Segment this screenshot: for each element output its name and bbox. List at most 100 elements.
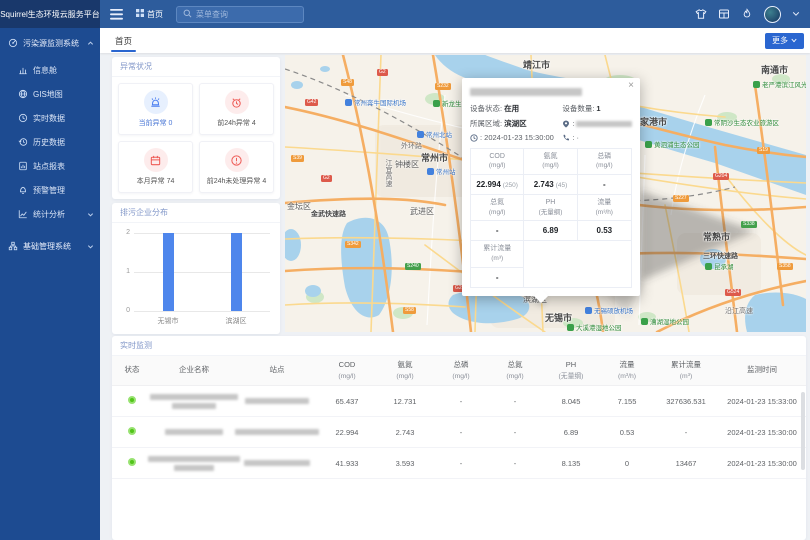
popup-param-value: -	[578, 175, 631, 195]
left-column: 异常状况 当前异常 0前24h异常 4本月异常 74前24h未处理异常 4 排污…	[112, 57, 280, 334]
popup-param-value: 6.89	[524, 221, 577, 241]
status-card[interactable]: 本月异常 74	[118, 141, 193, 193]
warning-circle-icon	[225, 148, 249, 172]
chevron-down-icon	[791, 38, 797, 43]
column-header: COD(mg/l)	[318, 356, 376, 386]
column-header: 状态	[112, 356, 152, 386]
calendar-icon	[144, 148, 168, 172]
popup-param-value: 0.53	[578, 221, 631, 241]
stats-icon	[18, 209, 28, 219]
x-tick-label: 无锡市	[138, 316, 198, 326]
more-button[interactable]: 更多	[765, 33, 804, 49]
status-dot-green	[128, 427, 136, 435]
phone-icon	[562, 134, 570, 142]
column-header: 总磷(mg/l)	[434, 356, 488, 386]
column-header: 监测时间	[718, 356, 806, 386]
site-redacted	[236, 448, 318, 479]
sidebar-item-history[interactable]: 历史数据	[0, 130, 100, 154]
popup-param-name: PH(无量纲)	[524, 195, 577, 221]
menu-search[interactable]	[176, 6, 304, 23]
avatar[interactable]	[764, 6, 781, 23]
popup-device-status: 设备状态:在用	[470, 103, 562, 114]
table-row[interactable]: 22.9942.743--6.890.53-2024-01-23 15:30:0…	[112, 417, 806, 448]
popup-region: 所属区域:滨湖区	[470, 118, 562, 129]
enterprise-name-redacted	[152, 448, 236, 479]
monitor-table-body: 65.43712.731--8.0457.155327636.5312024-0…	[112, 386, 806, 479]
history-icon	[18, 137, 28, 147]
map-popup: × 设备状态:在用 设备数量:1 所属区域:滨湖区 : : 2024-01-23…	[462, 78, 640, 296]
status-card[interactable]: 前24h未处理异常 4	[199, 141, 274, 193]
info-dashboard-icon	[18, 65, 28, 75]
realtime-icon	[18, 113, 28, 123]
site-redacted	[236, 386, 318, 417]
sidebar-item-gis-map[interactable]: GIS地图	[0, 82, 100, 106]
hamburger-icon[interactable]	[110, 9, 123, 20]
tab-home[interactable]: 首页	[106, 28, 141, 53]
enterprise-name-redacted	[152, 417, 236, 448]
column-header: 站点	[236, 356, 318, 386]
sidebar-item-stats[interactable]: 统计分析	[0, 202, 100, 226]
status-panel: 异常状况 当前异常 0前24h异常 4本月异常 74前24h未处理异常 4	[112, 57, 280, 199]
flame-icon[interactable]	[741, 8, 753, 20]
bar-chart: 012无锡市滨湖区	[134, 233, 270, 329]
popup-param-name: COD(mg/l)	[471, 149, 524, 175]
chart-panel: 排污企业分布 012无锡市滨湖区	[112, 203, 280, 334]
user-chevron-down-icon[interactable]	[792, 11, 800, 17]
sidebar-item-report[interactable]: 站点报表	[0, 154, 100, 178]
alert-icon	[18, 185, 28, 195]
layout-panels-icon[interactable]	[718, 8, 730, 20]
column-header: 流量(m³/h)	[600, 356, 654, 386]
gis-map-icon	[18, 89, 28, 99]
status-cards: 当前异常 0前24h异常 4本月异常 74前24h未处理异常 4	[112, 77, 280, 199]
bar[interactable]	[231, 233, 242, 311]
topbar: Squirrel生态环境云服务平台 首页	[0, 0, 810, 28]
popup-address-redacted	[576, 121, 632, 127]
popup-param-name: 总氮(mg/l)	[471, 195, 524, 221]
report-icon	[18, 161, 28, 171]
bar-chart-plot: 012无锡市滨湖区	[134, 233, 270, 311]
popup-title-redacted	[470, 88, 582, 96]
sidebar-item-realtime[interactable]: 实时数据	[0, 106, 100, 130]
logo-text: Squirrel生态环境云服务平台	[0, 0, 100, 28]
monitor-table: 状态企业名称站点COD(mg/l)氨氮(mg/l)总磷(mg/l)总氮(mg/l…	[112, 356, 806, 479]
location-icon	[562, 120, 570, 128]
grid-icon	[136, 9, 144, 19]
alarm-clock-icon	[225, 90, 249, 114]
clock-icon	[470, 134, 478, 142]
column-header: PH(无量纲)	[542, 356, 600, 386]
sidebar-item-alert[interactable]: 预警管理	[0, 178, 100, 202]
table-row[interactable]: 41.9333.593--8.1350134672024-01-23 15:30…	[112, 448, 806, 479]
sidebar-item-info-dashboard[interactable]: 信息舱	[0, 58, 100, 82]
column-header: 累计流量(m³)	[654, 356, 718, 386]
status-card[interactable]: 当前异常 0	[118, 83, 193, 135]
popup-fields: 设备状态:在用 设备数量:1 所属区域:滨湖区 : : 2024-01-23 1…	[470, 103, 632, 142]
breadcrumb[interactable]: 首页	[136, 9, 163, 20]
bar[interactable]	[163, 233, 174, 311]
status-dot-green	[128, 458, 136, 466]
status-card[interactable]: 前24h异常 4	[199, 83, 274, 135]
x-tick-label: 滨湖区	[206, 316, 266, 326]
popup-param-value: -	[471, 221, 524, 241]
topbar-main: 首页	[100, 0, 810, 28]
search-input[interactable]	[196, 10, 297, 19]
popup-param-name: 累计流量(m³)	[471, 241, 523, 267]
popup-param-value: 22.994 (250)	[471, 175, 524, 195]
sidebar-group-pollution[interactable]: 污染源监测系统	[0, 28, 100, 58]
map[interactable]: G42S48G2S232S338G346S19S229G2S39S342S240…	[285, 55, 806, 332]
popup-time: : 2024-01-23 15:30:00	[470, 133, 562, 142]
sidebar-group-base[interactable]: 基础管理系统	[0, 231, 100, 261]
column-header: 企业名称	[152, 356, 236, 386]
sidebar: 污染源监测系统信息舱GIS地图实时数据历史数据站点报表预警管理统计分析基础管理系…	[0, 28, 100, 540]
popup-table: COD(mg/l)氨氮(mg/l)总磷(mg/l) 22.994 (250)2.7…	[471, 149, 631, 241]
breadcrumb-home: 首页	[147, 9, 163, 20]
popup-param-name: 总磷(mg/l)	[578, 149, 631, 175]
table-scrollbar[interactable]	[801, 392, 805, 470]
monitor-table-head: 状态企业名称站点COD(mg/l)氨氮(mg/l)总磷(mg/l)总氮(mg/l…	[112, 356, 806, 386]
topbar-actions	[695, 6, 800, 23]
theme-shirt-icon[interactable]	[695, 8, 707, 20]
site-redacted	[236, 417, 318, 448]
popup-param-value: 2.743 (45)	[524, 175, 577, 195]
table-row[interactable]: 65.43712.731--8.0457.155327636.5312024-0…	[112, 386, 806, 417]
popup-param-name: 氨氮(mg/l)	[524, 149, 577, 175]
popup-close-button[interactable]: ×	[628, 81, 634, 91]
